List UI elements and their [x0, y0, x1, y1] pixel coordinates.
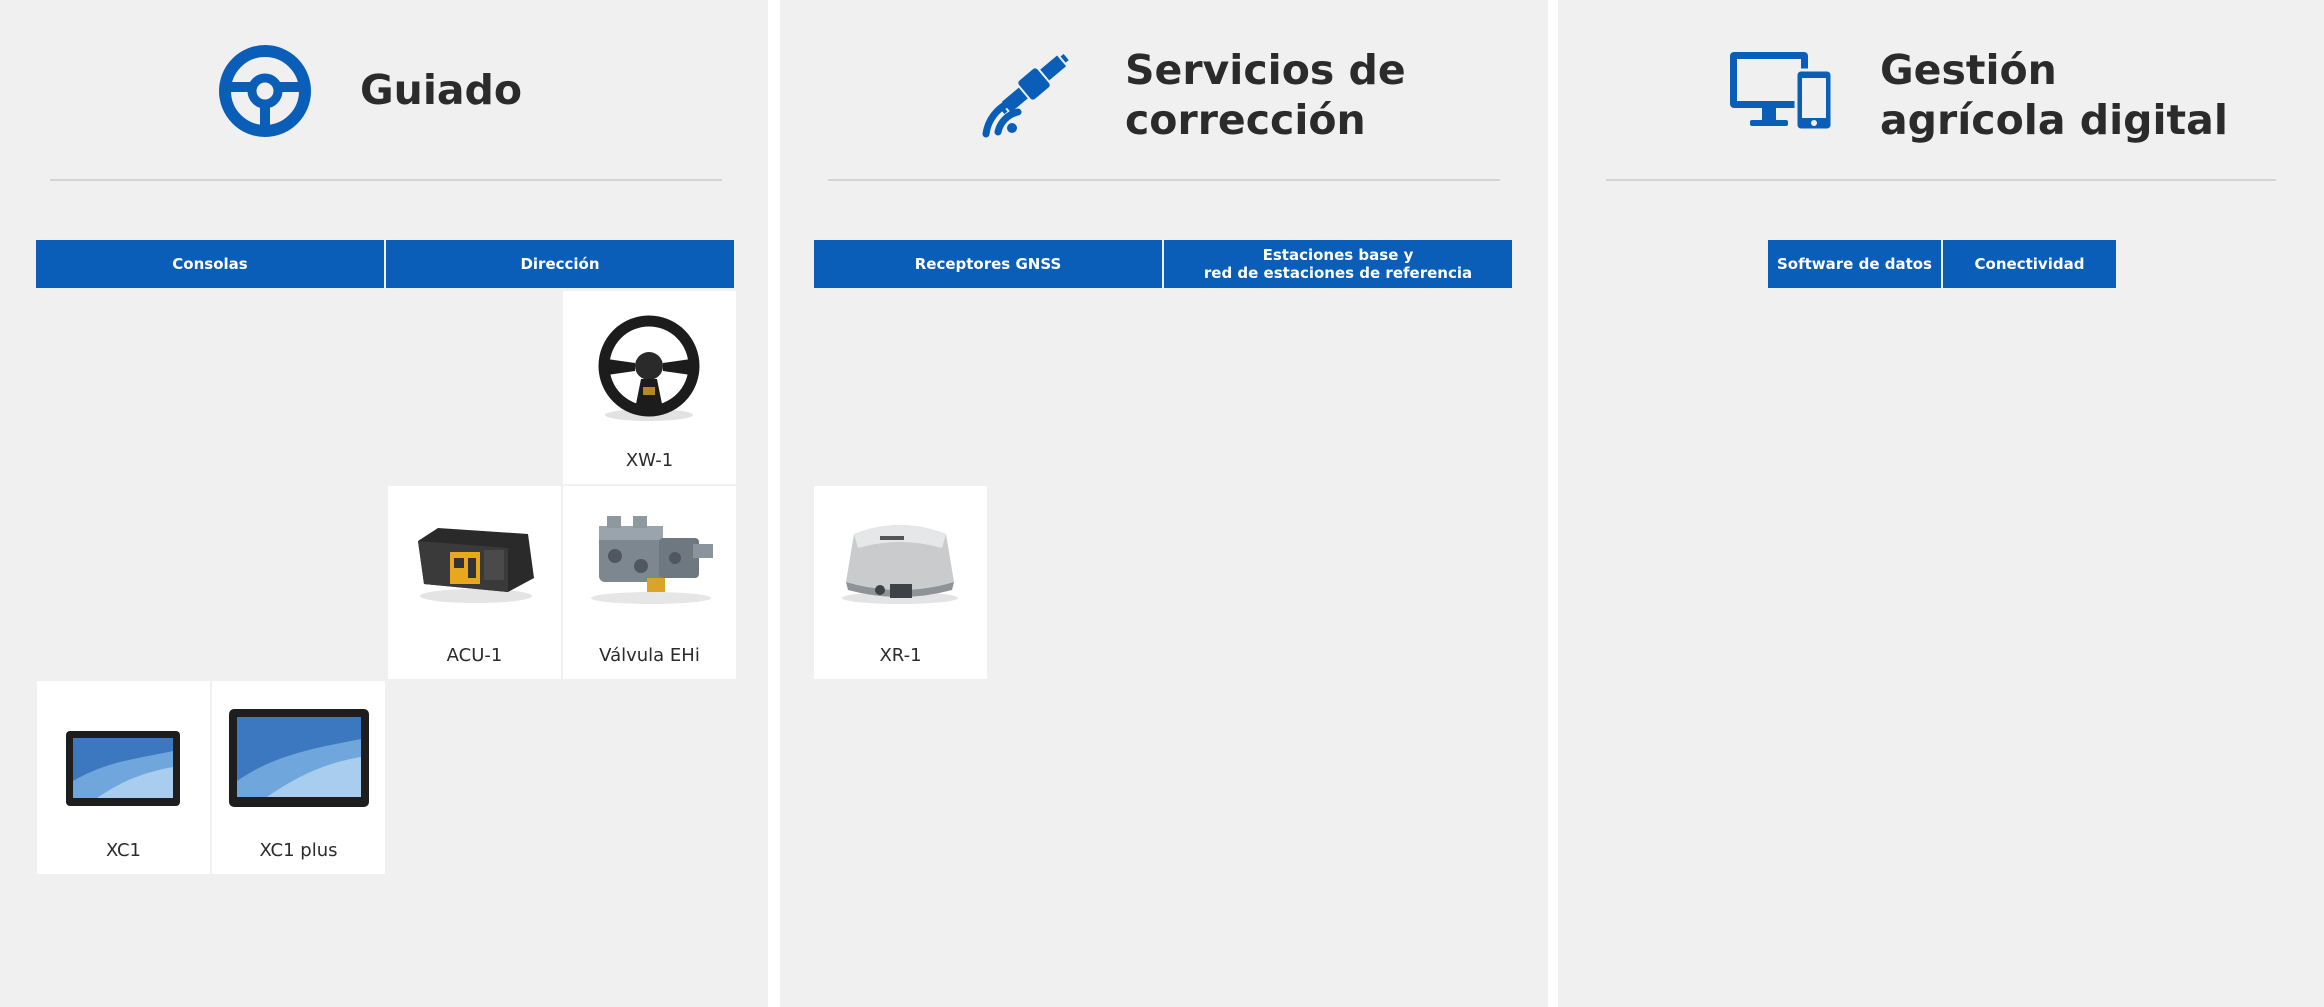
product-card-xc1-plus[interactable]: XC1 plus — [212, 681, 385, 874]
product-name: XC1 plus — [259, 840, 338, 861]
product-name: XR-1 — [879, 645, 922, 666]
steering-wheel-product-icon — [598, 315, 700, 421]
section-divider — [828, 179, 1500, 181]
gestion-agricola-panel: Gestión agrícola digital Software de dat… — [1558, 0, 2324, 1007]
product-card-xr-1[interactable]: XR-1 — [814, 486, 987, 679]
product-card-xc1[interactable]: XC1 — [37, 681, 210, 874]
gestion-header: Gestión agrícola digital — [1558, 0, 2324, 181]
tab-consolas[interactable]: Consolas — [36, 240, 384, 288]
product-name: XC1 — [105, 840, 142, 861]
hydraulic-valve-product-icon — [591, 516, 713, 604]
tab-estaciones-base[interactable]: Estaciones base y red de estaciones de r… — [1164, 240, 1512, 288]
guiado-panel: Guiado Consolas Dirección XW-1 ACU-1 Vál… — [0, 0, 768, 1007]
servicios-category-tabs: Receptores GNSS Estaciones base y red de… — [814, 240, 1512, 288]
console-plus-product-icon — [229, 709, 369, 807]
tab-software-de-datos[interactable]: Software de datos — [1768, 240, 1941, 288]
section-title-servicios-correccion: Servicios de corrección — [1125, 46, 1406, 144]
product-card-valvula-ehi[interactable]: Válvula EHi — [563, 486, 736, 679]
monitor-phone-icon — [1730, 52, 1834, 132]
product-name: ACU-1 — [446, 645, 503, 666]
product-name: XW-1 — [625, 450, 674, 471]
control-unit-product-icon — [418, 528, 534, 603]
servicios-correccion-panel: Servicios de corrección Receptores GNSS … — [780, 0, 1548, 1007]
tab-receptores-gnss[interactable]: Receptores GNSS — [814, 240, 1162, 288]
product-card-xw-1[interactable]: XW-1 — [563, 291, 736, 484]
gnss-receiver-product-icon — [842, 525, 958, 604]
console-product-icon — [66, 731, 180, 806]
product-card-acu-1[interactable]: ACU-1 — [388, 486, 561, 679]
gestion-category-tabs: Software de datos Conectividad — [1768, 240, 2116, 288]
section-divider — [1606, 179, 2276, 181]
section-title-guiado: Guiado — [360, 66, 523, 114]
tab-conectividad[interactable]: Conectividad — [1943, 240, 2116, 288]
servicios-header: Servicios de corrección — [780, 0, 1548, 181]
tab-direccion[interactable]: Dirección — [386, 240, 734, 288]
guiado-header: Guiado — [0, 0, 768, 181]
steering-wheel-icon — [219, 45, 311, 137]
section-divider — [50, 179, 722, 181]
satellite-icon — [982, 53, 1069, 138]
guiado-category-tabs: Consolas Dirección — [36, 240, 734, 288]
section-title-gestion-agricola: Gestión agrícola digital — [1880, 46, 2228, 144]
product-name: Válvula EHi — [599, 645, 700, 666]
